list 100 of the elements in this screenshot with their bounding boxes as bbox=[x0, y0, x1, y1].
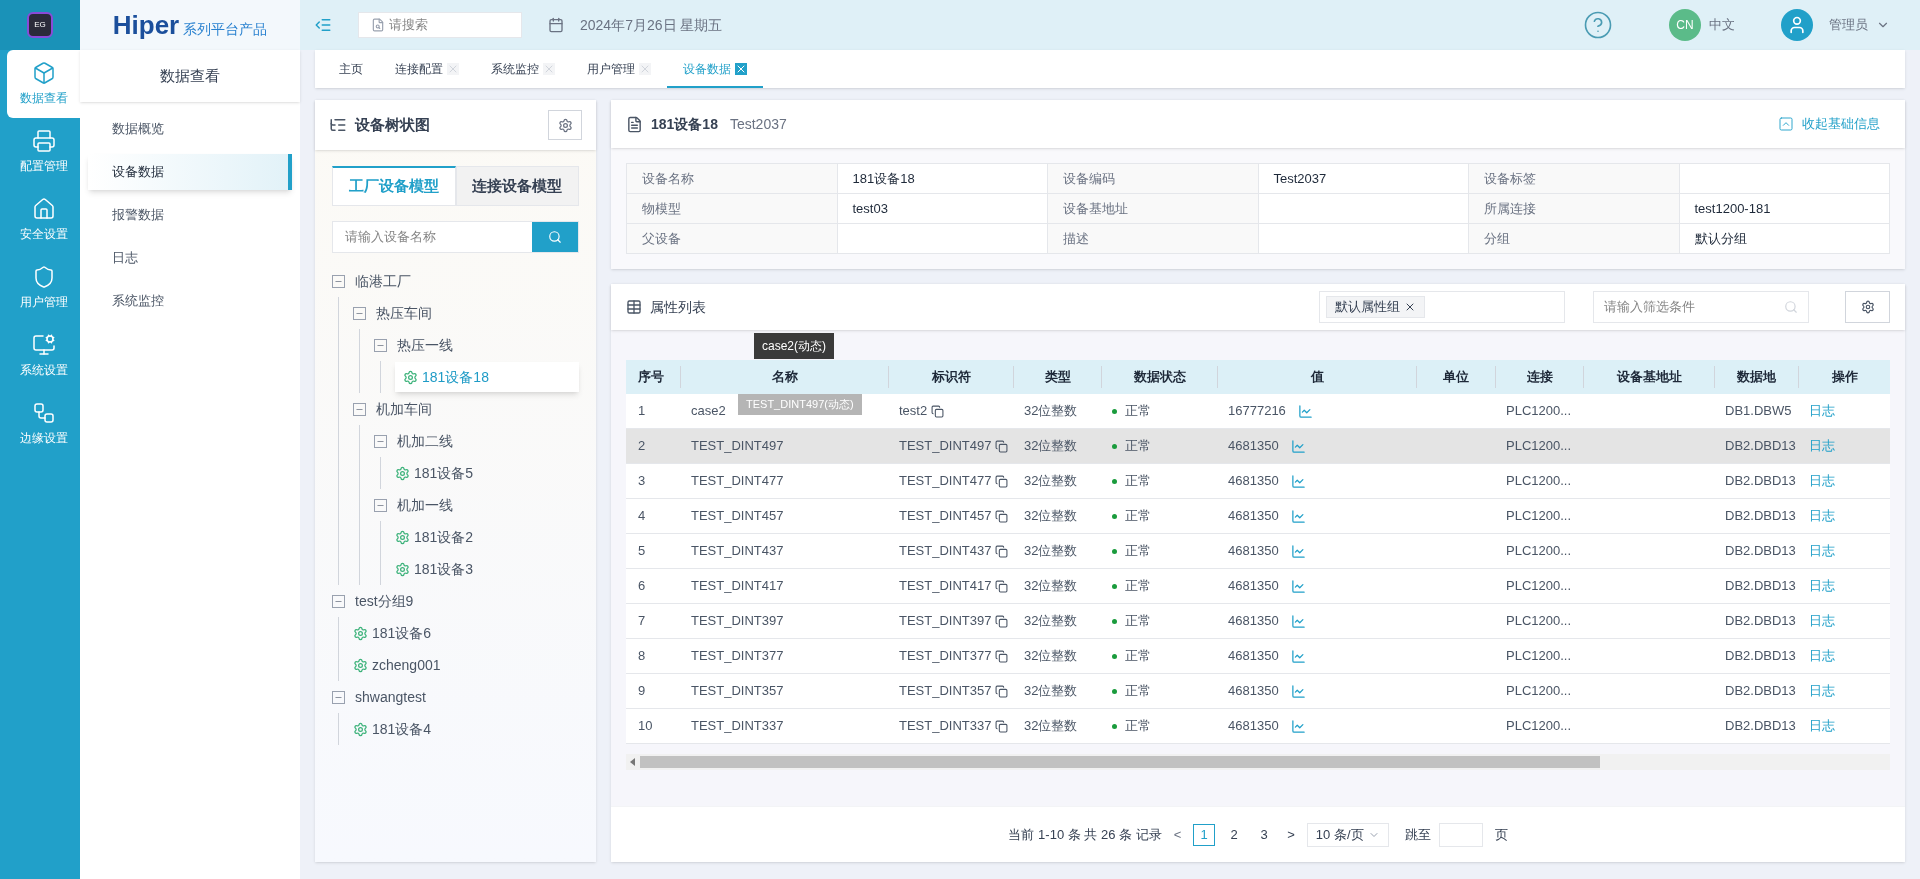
copy-icon[interactable] bbox=[931, 404, 945, 418]
copy-icon[interactable] bbox=[995, 719, 1009, 733]
sidebar-item[interactable]: 数据概览 bbox=[88, 110, 292, 147]
collapse-toggle[interactable] bbox=[374, 498, 387, 512]
language-label[interactable]: 中文 bbox=[1709, 15, 1735, 35]
model-tab[interactable]: 连接设备模型 bbox=[455, 166, 579, 206]
table-row[interactable]: 5 TEST_DINT437 TEST_DINT437 32位整数 正常 4681350 PLC1200... DB2.DBD13 日志 bbox=[626, 534, 1890, 569]
tree-item[interactable]: 181设备2 bbox=[395, 522, 514, 552]
column-header: 单位 bbox=[1443, 368, 1469, 387]
filter-input[interactable]: 请输入筛选条件 bbox=[1604, 297, 1784, 317]
table-row[interactable]: 6 TEST_DINT417 TEST_DINT417 32位整数 正常 4681350 PLC1200... DB2.DBD13 日志 bbox=[626, 569, 1890, 604]
collapse-toggle[interactable] bbox=[332, 690, 345, 704]
line-chart-icon[interactable] bbox=[1290, 473, 1306, 489]
line-chart-icon[interactable] bbox=[1290, 578, 1306, 594]
user-avatar[interactable] bbox=[1781, 9, 1813, 41]
tooltip: TEST_DINT497(动态) bbox=[738, 394, 862, 415]
column-header: 数据状态 bbox=[1133, 368, 1186, 387]
tree-item[interactable]: 热压车间 bbox=[376, 298, 472, 328]
table-row[interactable]: 2 TEST_DINT497 TEST_DINT497 32位整数 正常 4681350 PLC1200... DB2.DBD13 日志 bbox=[626, 429, 1890, 464]
copy-icon[interactable] bbox=[995, 684, 1009, 698]
sidebar-item[interactable]: 设备数据 bbox=[88, 153, 292, 190]
table-cell-text: PLC1200... bbox=[1505, 542, 1573, 561]
next-page-button[interactable]: > bbox=[1283, 824, 1299, 845]
table-row[interactable]: 7 TEST_DINT397 TEST_DINT397 32位整数 正常 4681350 PLC1200... DB2.DBD13 日志 bbox=[626, 604, 1890, 639]
tree-item[interactable]: 181设备4 bbox=[353, 714, 472, 744]
page-tab[interactable]: 系统监控 bbox=[475, 52, 571, 88]
line-chart-icon[interactable] bbox=[1297, 403, 1313, 419]
table-row[interactable]: 4 TEST_DINT457 TEST_DINT457 32位整数 正常 4681350 PLC1200... DB2.DBD13 日志 bbox=[626, 499, 1890, 534]
gear-icon bbox=[353, 657, 368, 673]
table-cell-text: TEST_DINT437 bbox=[899, 542, 992, 561]
table-row[interactable]: 8 TEST_DINT377 TEST_DINT377 32位整数 正常 4681350 PLC1200... DB2.DBD13 日志 bbox=[626, 639, 1890, 674]
line-chart-icon[interactable] bbox=[1290, 718, 1306, 734]
copy-icon[interactable] bbox=[995, 509, 1009, 523]
tree-item[interactable]: zcheng001 bbox=[353, 650, 481, 680]
tree-item[interactable]: 热压一线 bbox=[397, 330, 493, 360]
collapse-toggle[interactable] bbox=[374, 338, 387, 352]
sidebar-item[interactable]: 系统监控 bbox=[88, 282, 292, 319]
tree-item[interactable]: 临港工厂 bbox=[355, 266, 451, 296]
search-icon bbox=[548, 230, 562, 244]
search-field[interactable]: 请搜索 bbox=[358, 12, 522, 38]
settings-button[interactable] bbox=[1845, 291, 1890, 323]
collapse-toggle[interactable] bbox=[374, 434, 387, 448]
page-input[interactable] bbox=[1438, 822, 1483, 847]
gear-icon bbox=[395, 465, 410, 481]
page-button[interactable]: 3 bbox=[1253, 823, 1276, 846]
horizontal-scrollbar[interactable] bbox=[626, 754, 1890, 770]
table-cell: TEST_DINT377 bbox=[691, 648, 784, 664]
tree-item[interactable]: 机加车间 bbox=[376, 394, 472, 424]
menu-icon[interactable] bbox=[314, 16, 332, 34]
copy-icon[interactable] bbox=[995, 649, 1009, 663]
line-chart-icon[interactable] bbox=[1290, 438, 1306, 454]
collapse-toggle[interactable] bbox=[332, 594, 345, 608]
device-search-input[interactable]: 请输入设备名称 bbox=[333, 222, 532, 252]
line-chart-icon[interactable] bbox=[1290, 508, 1306, 524]
line-chart-icon[interactable] bbox=[1290, 613, 1306, 629]
table-cell-text: test2 bbox=[899, 402, 928, 421]
page-tab[interactable]: 用户管理 bbox=[571, 52, 667, 88]
page-tab[interactable]: 主页 bbox=[323, 52, 379, 88]
line-chart-icon[interactable] bbox=[1290, 543, 1306, 559]
copy-icon[interactable] bbox=[995, 614, 1009, 628]
collapse-toggle[interactable] bbox=[353, 402, 366, 416]
help-icon[interactable] bbox=[1583, 10, 1613, 40]
tree-item[interactable]: 181设备5 bbox=[395, 458, 514, 488]
search-input[interactable]: 请搜索 bbox=[389, 15, 509, 35]
group-tag[interactable]: 默认属性组 bbox=[1326, 296, 1425, 318]
user-name[interactable]: 管理员 bbox=[1829, 15, 1868, 35]
copy-icon[interactable] bbox=[995, 474, 1009, 488]
filter-field[interactable]: 请输入筛选条件 bbox=[1593, 291, 1809, 323]
search-button[interactable] bbox=[532, 222, 578, 252]
device-search-field[interactable]: 请输入设备名称 bbox=[332, 221, 579, 253]
tree-item[interactable]: 181设备6 bbox=[353, 618, 472, 648]
sidebar-item[interactable]: 日志 bbox=[88, 239, 292, 276]
tree-item[interactable]: test分组9 bbox=[355, 586, 454, 616]
page-button[interactable]: 2 bbox=[1223, 823, 1246, 846]
table-row[interactable]: 10 TEST_DINT337 TEST_DINT337 32位整数 正常 4681350 PLC1200... DB2.DBD13 日志 bbox=[626, 709, 1890, 744]
tree-item[interactable]: shwangtest bbox=[355, 682, 466, 712]
jump-label: 跳至 bbox=[1404, 825, 1431, 844]
table-row[interactable]: 3 TEST_DINT477 TEST_DINT477 32位整数 正常 4681350 PLC1200... DB2.DBD13 日志 bbox=[626, 464, 1890, 499]
app-logo: EG bbox=[27, 12, 53, 38]
line-chart-icon[interactable] bbox=[1290, 648, 1306, 664]
tree-item[interactable]: 机加二线 bbox=[397, 426, 493, 456]
table-row[interactable]: 9 TEST_DINT357 TEST_DINT357 32位整数 正常 4681350 PLC1200... DB2.DBD13 日志 bbox=[626, 674, 1890, 709]
tree-item[interactable]: 机加一线 bbox=[397, 490, 493, 520]
printer-icon bbox=[31, 129, 56, 153]
prev-page-button[interactable]: < bbox=[1169, 824, 1186, 845]
collapse-toggle[interactable] bbox=[332, 274, 345, 288]
close-icon[interactable] bbox=[1404, 301, 1416, 313]
tree-item[interactable]: 181设备3 bbox=[395, 554, 514, 584]
copy-icon[interactable] bbox=[995, 439, 1009, 453]
copy-icon[interactable] bbox=[995, 544, 1009, 558]
page-tab[interactable]: 连接配置 bbox=[379, 52, 475, 88]
table-cell-text: DB2.DBD13 bbox=[1724, 437, 1797, 456]
group-select[interactable]: 默认属性组 bbox=[1319, 291, 1565, 323]
copy-icon[interactable] bbox=[995, 579, 1009, 593]
table-cell-text: 正常 bbox=[1125, 577, 1151, 596]
sidebar-item[interactable]: 报警数据 bbox=[88, 196, 292, 233]
line-chart-icon[interactable] bbox=[1290, 683, 1306, 699]
page-size-select[interactable]: 10 条/页 bbox=[1306, 822, 1389, 847]
settings-button[interactable] bbox=[548, 110, 582, 140]
collapse-toggle[interactable] bbox=[353, 306, 366, 320]
